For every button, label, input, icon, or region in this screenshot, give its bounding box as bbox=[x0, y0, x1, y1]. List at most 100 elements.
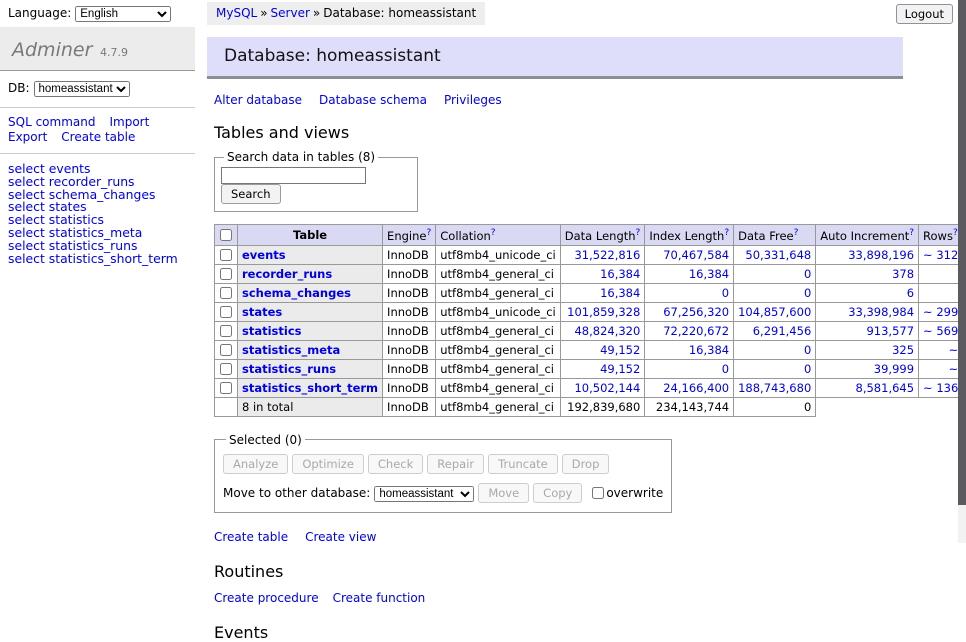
row-index-length-link[interactable]: 70,467,584 bbox=[663, 248, 729, 262]
routines-heading: Routines bbox=[214, 562, 903, 581]
search-legend: Search data in tables (8) bbox=[224, 150, 378, 164]
row-auto-increment-link[interactable]: 378 bbox=[892, 267, 914, 281]
database-schema-link[interactable]: Database schema bbox=[319, 93, 427, 107]
total-label: 8 in total bbox=[238, 397, 383, 416]
row-index-length-link[interactable]: 16,384 bbox=[689, 267, 729, 281]
row-data-free-link[interactable]: 0 bbox=[804, 286, 811, 300]
export-link[interactable]: Export bbox=[8, 130, 47, 144]
breadcrumb-link-mysql[interactable]: MySQL bbox=[216, 6, 257, 20]
copy-button[interactable]: Copy bbox=[533, 483, 582, 503]
row-index-length-link[interactable]: 24,166,400 bbox=[663, 381, 729, 395]
row-engine: InnoDB bbox=[383, 283, 436, 302]
alter-database-link[interactable]: Alter database bbox=[214, 93, 302, 107]
table-name-link[interactable]: events bbox=[242, 248, 286, 262]
row-data-length-link[interactable]: 49,152 bbox=[600, 362, 640, 376]
row-index-length-link[interactable]: 0 bbox=[722, 286, 729, 300]
row-data-free-link[interactable]: 0 bbox=[804, 362, 811, 376]
total-data-free: 0 bbox=[734, 397, 816, 416]
row-data-length-link[interactable]: 10,502,144 bbox=[574, 381, 640, 395]
row-data-free-link[interactable]: 50,331,648 bbox=[745, 248, 811, 262]
row-checkbox[interactable] bbox=[220, 268, 232, 280]
row-auto-increment-link[interactable]: 6 bbox=[907, 286, 914, 300]
table-name-link[interactable]: recorder_runs bbox=[242, 267, 332, 281]
row-data-length-link[interactable]: 16,384 bbox=[600, 286, 640, 300]
row-auto-increment: 378 bbox=[816, 264, 919, 283]
row-auto-increment-link[interactable]: 39,999 bbox=[874, 362, 914, 376]
help-link[interactable]: ? bbox=[491, 228, 496, 238]
table-row: eventsInnoDButf8mb4_unicode_ci31,522,816… bbox=[215, 245, 966, 264]
table-name-link[interactable]: statistics_runs bbox=[242, 362, 336, 376]
row-checkbox[interactable] bbox=[220, 344, 232, 356]
row-data-length: 10,502,144 bbox=[560, 378, 645, 397]
search-input[interactable] bbox=[221, 167, 366, 184]
row-data-free-link[interactable]: 104,857,600 bbox=[738, 305, 811, 319]
create-function-link[interactable]: Create function bbox=[333, 591, 426, 605]
import-link[interactable]: Import bbox=[109, 115, 149, 129]
scrollbar-thumb[interactable] bbox=[958, 0, 966, 505]
row-data-free-link[interactable]: 188,743,680 bbox=[738, 381, 811, 395]
row-checkbox[interactable] bbox=[220, 382, 232, 394]
move-button[interactable]: Move bbox=[478, 483, 529, 503]
row-data-free-link[interactable]: 6,291,456 bbox=[753, 324, 812, 338]
repair-button[interactable]: Repair bbox=[427, 454, 484, 474]
row-checkbox[interactable] bbox=[220, 306, 232, 318]
app-name[interactable]: Adminer bbox=[12, 39, 92, 61]
drop-button[interactable]: Drop bbox=[562, 454, 610, 474]
row-data-length-link[interactable]: 31,522,816 bbox=[574, 248, 640, 262]
language-select[interactable]: English bbox=[75, 6, 171, 22]
column-header-table: Table bbox=[238, 225, 383, 246]
create-procedure-link[interactable]: Create procedure bbox=[214, 591, 319, 605]
row-data-length-link[interactable]: 48,824,320 bbox=[574, 324, 640, 338]
row-index-length-link[interactable]: 67,256,320 bbox=[663, 305, 729, 319]
optimize-button[interactable]: Optimize bbox=[292, 454, 364, 474]
row-auto-increment-link[interactable]: 913,577 bbox=[866, 324, 914, 338]
help-link[interactable]: ? bbox=[794, 228, 799, 238]
help-link[interactable]: ? bbox=[426, 228, 431, 238]
row-auto-increment-link[interactable]: 325 bbox=[892, 343, 914, 357]
table-name-link[interactable]: states bbox=[242, 305, 282, 319]
move-db-select[interactable]: homeassistant bbox=[374, 486, 474, 502]
help-link[interactable]: ? bbox=[636, 228, 641, 238]
search-button[interactable]: Search bbox=[221, 184, 281, 204]
db-select[interactable]: homeassistant bbox=[34, 81, 130, 97]
help-link[interactable]: ? bbox=[724, 228, 729, 238]
row-data-free-link[interactable]: 0 bbox=[804, 267, 811, 281]
vertical-scrollbar[interactable] bbox=[958, 0, 966, 543]
analyze-button[interactable]: Analyze bbox=[223, 454, 288, 474]
row-checkbox[interactable] bbox=[220, 363, 232, 375]
table-row: recorder_runsInnoDButf8mb4_general_ci16,… bbox=[215, 264, 966, 283]
row-data-length-link[interactable]: 101,859,328 bbox=[567, 305, 640, 319]
row-data-length-link[interactable]: 49,152 bbox=[600, 343, 640, 357]
truncate-button[interactable]: Truncate bbox=[488, 454, 558, 474]
create-view-link[interactable]: Create view bbox=[305, 530, 376, 544]
overwrite-checkbox[interactable] bbox=[592, 487, 604, 499]
sql-command-link[interactable]: SQL command bbox=[8, 115, 95, 129]
privileges-link[interactable]: Privileges bbox=[444, 93, 502, 107]
create-table-link-sidebar[interactable]: Create table bbox=[61, 130, 135, 144]
table-name-link[interactable]: schema_changes bbox=[242, 286, 351, 300]
help-link[interactable]: ? bbox=[909, 228, 914, 238]
select-all-checkbox[interactable] bbox=[220, 229, 232, 241]
row-checkbox[interactable] bbox=[220, 249, 232, 261]
check-button[interactable]: Check bbox=[368, 454, 423, 474]
create-table-link[interactable]: Create table bbox=[214, 530, 288, 544]
logout-button[interactable]: Logout bbox=[896, 4, 953, 24]
row-auto-increment-link[interactable]: 8,581,645 bbox=[856, 381, 915, 395]
row-index-length: 0 bbox=[645, 359, 734, 378]
row-index-length-link[interactable]: 72,220,672 bbox=[663, 324, 729, 338]
row-auto-increment-link[interactable]: 33,898,196 bbox=[848, 248, 914, 262]
row-data-length-link[interactable]: 16,384 bbox=[600, 267, 640, 281]
row-data-free-link[interactable]: 0 bbox=[804, 343, 811, 357]
row-index-length-link[interactable]: 0 bbox=[722, 362, 729, 376]
breadcrumb-link-server[interactable]: Server bbox=[271, 6, 310, 20]
table-name-link[interactable]: statistics_meta bbox=[242, 343, 340, 357]
sidebar-select-link[interactable]: select statistics_short_term bbox=[8, 251, 178, 266]
table-name-link[interactable]: statistics_short_term bbox=[242, 381, 378, 395]
row-checkbox[interactable] bbox=[220, 287, 232, 299]
row-checkbox[interactable] bbox=[220, 325, 232, 337]
row-auto-increment-link[interactable]: 33,398,984 bbox=[848, 305, 914, 319]
table-name-link[interactable]: statistics bbox=[242, 324, 302, 338]
row-index-length-link[interactable]: 16,384 bbox=[689, 343, 729, 357]
row-auto-increment: 8,581,645 bbox=[816, 378, 919, 397]
row-index-length: 70,467,584 bbox=[645, 245, 734, 264]
